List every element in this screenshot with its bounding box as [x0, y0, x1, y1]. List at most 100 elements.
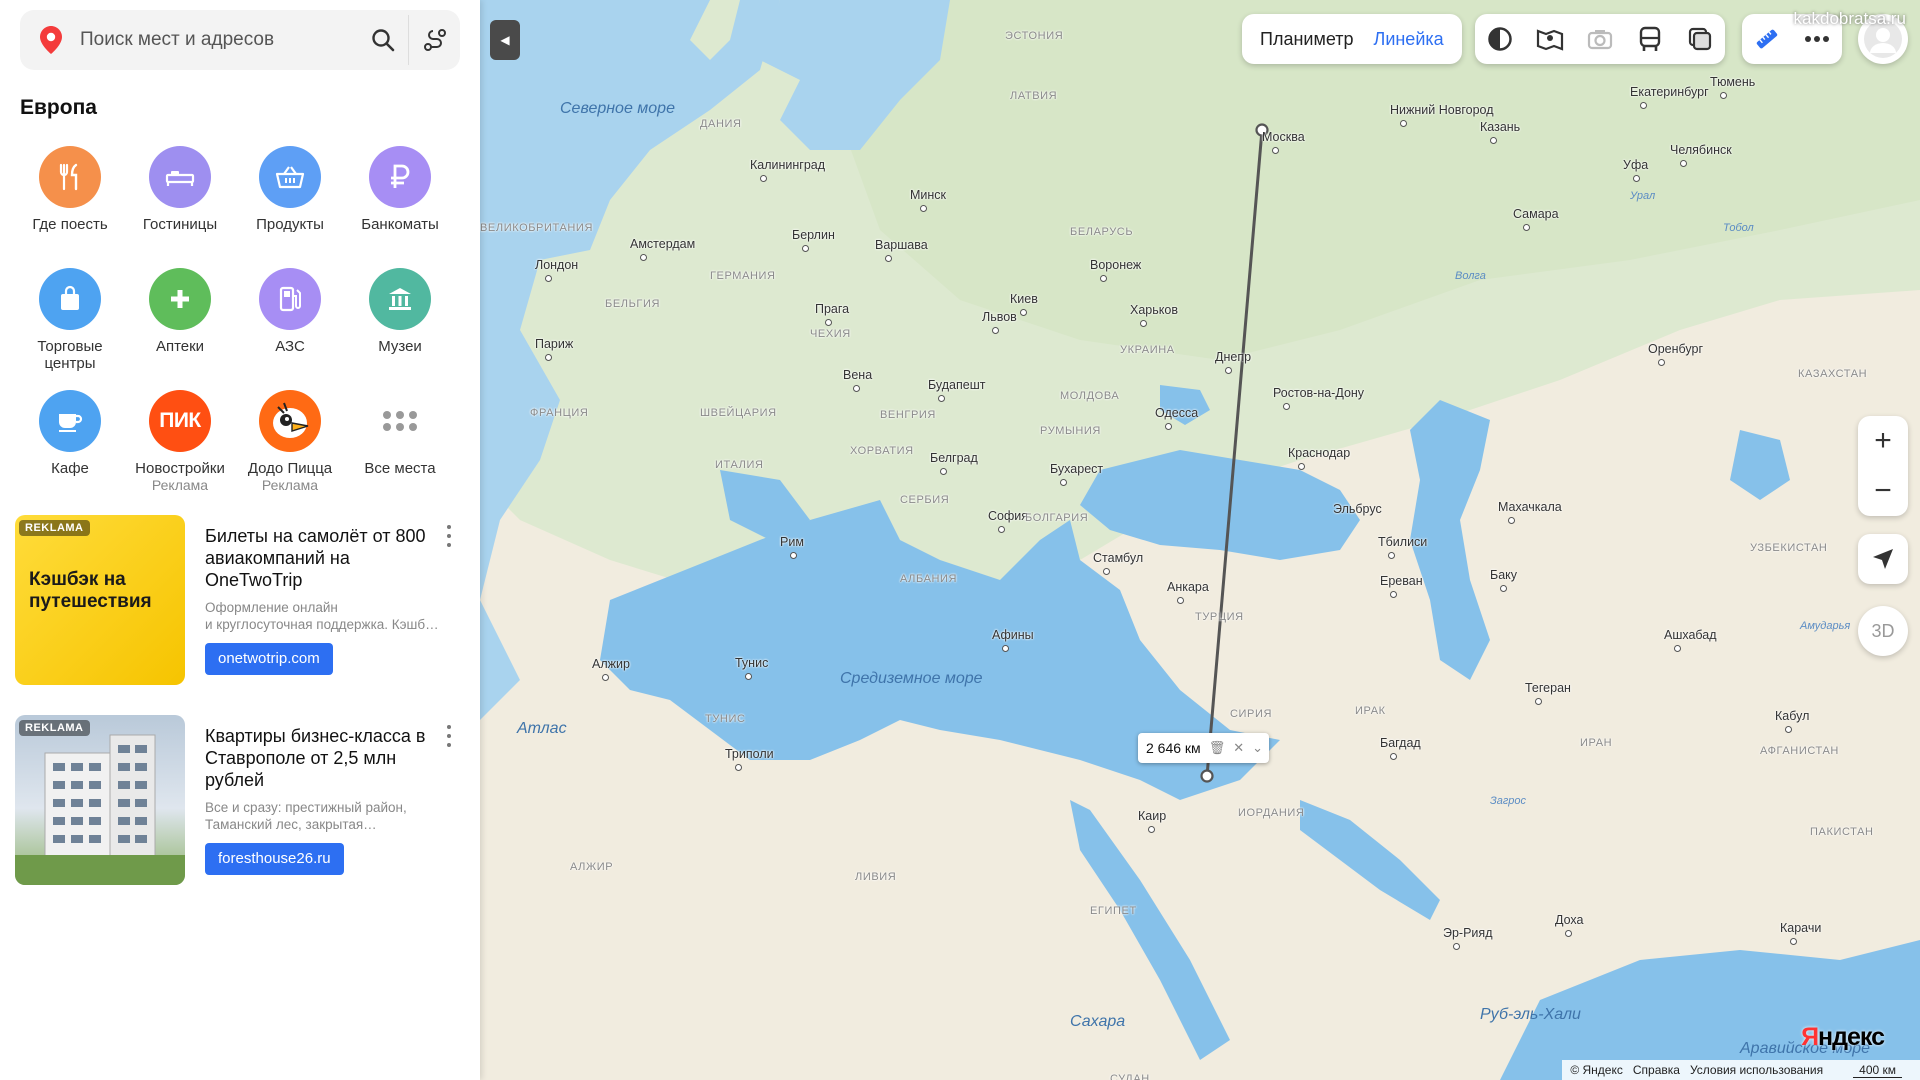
city-label: Триполи	[725, 747, 774, 761]
ad-more-menu-icon[interactable]	[441, 523, 457, 549]
city-label: Тбилиси	[1378, 535, 1428, 549]
city-marker	[1453, 943, 1460, 950]
close-icon[interactable]: ✕	[1233, 740, 1244, 756]
city-label: Челябинск	[1670, 143, 1732, 157]
city-marker	[1165, 423, 1172, 430]
city-marker	[1400, 120, 1407, 127]
search-box[interactable]: Поиск мест и адресов	[20, 10, 460, 70]
city-marker	[760, 175, 767, 182]
traffic-icon[interactable]	[1475, 14, 1525, 64]
museum-icon	[369, 268, 431, 330]
category-groceries[interactable]: Продукты	[235, 146, 345, 258]
category-malls[interactable]: Торговые центры	[15, 268, 125, 380]
city-label: Ашхабад	[1664, 628, 1717, 642]
sea-label: Средиземное море	[840, 670, 983, 687]
country-label: ЕГИПЕТ	[1090, 905, 1137, 917]
category-cafe[interactable]: Кафе	[15, 390, 125, 502]
category-new-buildings[interactable]: ПИК Новостройки Реклама	[125, 390, 235, 502]
city-marker	[1500, 585, 1507, 592]
basket-icon	[259, 146, 321, 208]
3d-button[interactable]: 3D	[1858, 606, 1908, 656]
map-layers-icon[interactable]	[1675, 14, 1725, 64]
panorama-icon[interactable]	[1525, 14, 1575, 64]
river-label: Амударья	[1800, 620, 1851, 632]
ad-title[interactable]: Квартиры бизнес-класса в Ставрополе от 2…	[205, 725, 445, 791]
city-label: Калининград	[750, 158, 826, 172]
category-hotels[interactable]: Гостиницы	[125, 146, 235, 258]
search-button[interactable]	[358, 15, 408, 65]
country-label: ТУНИС	[705, 713, 746, 725]
ad-more-menu-icon[interactable]	[441, 723, 457, 749]
city-marker	[1020, 309, 1027, 316]
city-label: Эльбрус	[1333, 502, 1382, 516]
city-label: Вена	[843, 368, 873, 382]
help-link[interactable]: Справка	[1633, 1063, 1680, 1077]
city-label: Берлин	[792, 228, 835, 242]
zoom-in-button[interactable]: +	[1874, 416, 1892, 466]
category-pharmacy[interactable]: Аптеки	[125, 268, 235, 380]
shopping-bag-icon	[39, 268, 101, 330]
ad-description: Таманский лес, закрытая…	[205, 817, 377, 832]
country-label: СИРИЯ	[1230, 708, 1273, 720]
ad-tag: REKLAMA	[19, 520, 90, 536]
category-label: Банкоматы	[361, 216, 439, 233]
ad-link-button[interactable]: onetwotrip.com	[205, 643, 333, 675]
ad-marker: Реклама	[151, 477, 209, 493]
city-label: Афины	[992, 628, 1034, 642]
country-label: ВЕЛИКОБРИТАНИЯ	[480, 222, 593, 234]
category-atm[interactable]: Банкоматы	[345, 146, 455, 258]
ruble-icon	[369, 146, 431, 208]
ad-title[interactable]: Билеты на самолёт от 800 авиакомпаний на…	[205, 525, 445, 591]
city-label: Тегеран	[1525, 681, 1571, 695]
sea-label: Атлас	[517, 720, 567, 737]
search-icon	[372, 29, 395, 52]
city-marker	[1508, 517, 1515, 524]
zoom-out-button[interactable]: −	[1874, 466, 1892, 516]
city-marker	[1148, 826, 1155, 833]
category-gas-station[interactable]: АЗС	[235, 268, 345, 380]
ruler-button[interactable]: Линейка	[1364, 29, 1454, 50]
category-food[interactable]: Где поесть	[15, 146, 125, 258]
city-label: Париж	[535, 337, 574, 351]
country-label: БОЛГАРИЯ	[1025, 512, 1089, 524]
route-icon	[423, 29, 446, 51]
category-museums[interactable]: Музеи	[345, 268, 455, 380]
city-marker	[1490, 137, 1497, 144]
sea-label: Руб-эль-Хали	[1480, 1006, 1581, 1023]
category-dodo-pizza[interactable]: Додо Пицца Реклама	[235, 390, 345, 502]
ad-card[interactable]: REKLAMA Квартиры бизнес-класса в Ставроп…	[15, 715, 465, 887]
city-marker	[1658, 359, 1665, 366]
country-label: ТУРЦИЯ	[1195, 611, 1244, 623]
category-label: Додо Пицца	[247, 460, 333, 477]
camera-icon[interactable]	[1575, 14, 1625, 64]
my-location-button[interactable]	[1858, 534, 1908, 584]
ruler-icon[interactable]	[1742, 14, 1792, 64]
country-label: МОЛДОВА	[1060, 390, 1120, 402]
copyright: © Яндекс	[1570, 1063, 1623, 1077]
city-marker	[745, 673, 752, 680]
zoom-control: + −	[1858, 416, 1908, 516]
city-label: Каир	[1138, 809, 1167, 823]
category-grid: Где поесть Гостиницы Продукты Банкоматы	[15, 146, 455, 502]
map-footer: © Яндекс Справка Условия использования 4…	[1562, 1060, 1920, 1080]
terms-link[interactable]: Условия использования	[1690, 1063, 1823, 1077]
ad-link-button[interactable]: foresthouse26.ru	[205, 843, 344, 875]
route-button[interactable]	[408, 15, 460, 65]
transit-icon[interactable]	[1625, 14, 1675, 64]
collapse-sidebar-button[interactable]: ◀	[490, 20, 520, 60]
city-label: Баку	[1490, 568, 1518, 582]
city-label: Краснодар	[1288, 446, 1351, 460]
trash-icon[interactable]: 🗑	[1209, 740, 1226, 756]
category-label: Аптеки	[155, 338, 205, 355]
city-marker	[1535, 698, 1542, 705]
planimeter-button[interactable]: Планиметр	[1250, 29, 1364, 50]
chevron-down-icon[interactable]: ⌄	[1252, 740, 1263, 756]
city-label: Одесса	[1155, 406, 1199, 420]
category-label: Продукты	[256, 216, 324, 233]
ad-card[interactable]: Кэшбэк на путешествия REKLAMA Билеты на …	[15, 515, 465, 687]
city-marker	[992, 327, 999, 334]
bed-icon	[149, 146, 211, 208]
category-all-places[interactable]: Все места	[345, 390, 455, 502]
search-input[interactable]: Поиск мест и адресов	[80, 29, 358, 51]
map-canvas[interactable]: Москва Нижний Новгород Казань Екатеринбург Т…	[480, 0, 1920, 1080]
